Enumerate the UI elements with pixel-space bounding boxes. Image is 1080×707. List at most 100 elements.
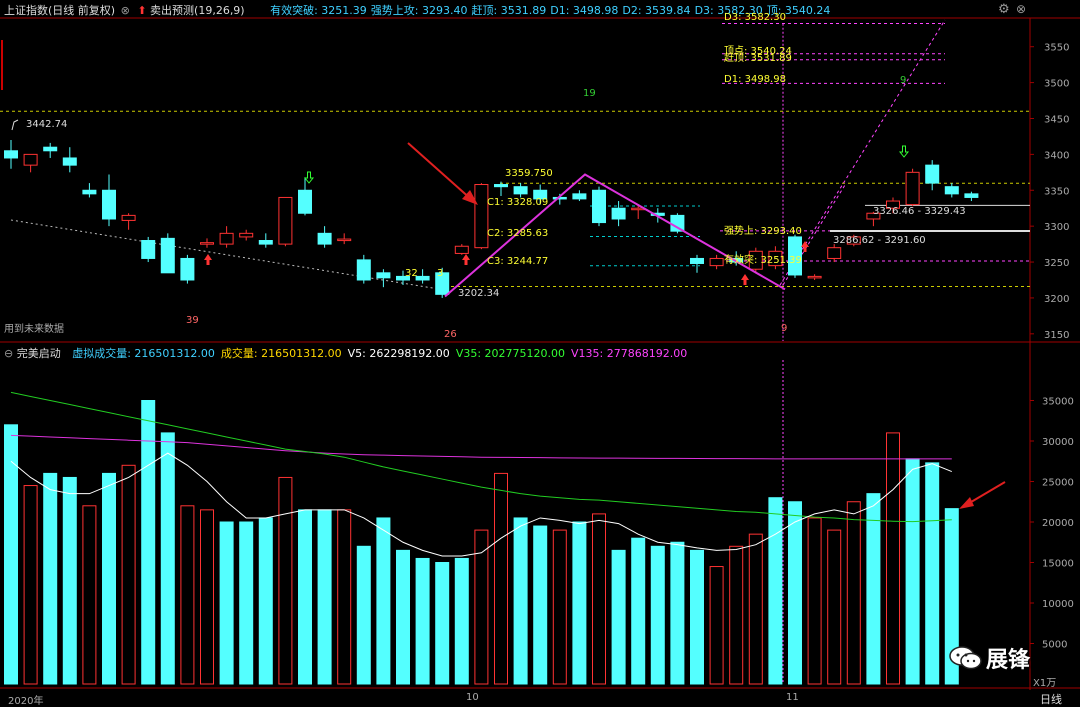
volume-bar [866,493,881,685]
buy-arrow-icon [801,241,809,252]
count-26: 26 [444,329,457,338]
volume-bar [709,566,724,685]
buy-arrow-icon [741,274,749,285]
chart-canvas[interactable]: 355035003450340033503300325032003150 350… [0,0,1080,706]
buy-arrow-icon [462,254,470,265]
high-pointer [11,119,19,131]
future-data-note: 用到未来数据 [4,324,64,335]
candle-body [905,171,920,206]
trend-line [10,219,446,291]
vol-y-tick-label: 15000 [1042,559,1074,570]
candle-body [200,242,214,245]
c3-label: C3: 3244.77 [487,256,549,267]
volume-bar [827,529,842,685]
candle-body [376,272,391,279]
y-tick-label: 3450 [1044,114,1069,125]
volume-bar [337,509,352,685]
annotation-arrowhead-vol [959,497,974,509]
y-tick-label: 3150 [1044,330,1069,341]
volume-bar [298,509,312,685]
volume-bar [121,464,136,685]
c2-label: C2: 3285.63 [487,228,549,239]
volume-bar [376,517,391,685]
volume-bar [43,472,58,685]
volume-bar [415,557,430,685]
candle-body [219,232,234,245]
volume-bar [356,545,371,685]
volume-bar [219,521,234,685]
volume-bar [435,562,450,685]
candle-body [102,189,116,220]
x-label-nov: 11 [786,692,799,703]
volume-bar [239,521,254,685]
candle-body [4,150,18,159]
volume-bar [768,497,783,685]
volume-bar [886,432,900,685]
vol-y-tick-label: 25000 [1042,478,1074,489]
yxtp-label: 有效突: 3251.39 [724,255,802,266]
c1-label: C1: 3328.09 [487,197,549,208]
candle-body [611,207,626,220]
volume-bar [690,549,704,685]
candle-body [807,275,822,279]
count-19: 19 [583,88,596,99]
volume-bar [62,476,77,685]
candle-body [709,257,724,267]
volume-bar [4,424,18,685]
candle-body [572,193,587,200]
volume-bar [807,517,822,685]
volume-bar [23,485,38,685]
candle-body [827,247,842,259]
candle-body [317,232,332,245]
volume-bar [748,533,763,685]
vol-y-tick-label: 20000 [1042,518,1074,529]
volume-bar [278,476,293,685]
volume-bar [160,432,175,685]
vol-y-tick-label: 10000 [1042,599,1074,610]
candle-body [592,189,606,224]
candle-body [964,193,979,198]
candle-body [925,164,940,184]
candle-body [278,196,293,245]
candle-body [944,186,959,195]
volume-bar [200,509,214,685]
candle-body [43,146,58,152]
count-9-bottom: 9 [781,323,788,334]
candle-body [82,189,97,195]
candle-body [670,214,685,232]
gd-label: 赶顶: 3531.89 [724,53,792,64]
y-tick-label: 3200 [1044,294,1069,305]
volume-bar [102,472,116,685]
volume-bar [788,501,802,685]
candle-body [415,275,430,281]
count-39: 39 [186,315,199,326]
y-tick-label: 3400 [1044,150,1069,161]
volume-bar [552,529,567,685]
period-button[interactable]: 日线 [1040,691,1062,707]
watermark: 展锋 [948,642,1030,674]
y-tick-label: 3500 [1044,79,1069,90]
range-label-2: 3286.62 - 3291.60 [833,235,926,246]
volume-bar [592,513,606,685]
volume-bar [494,472,508,685]
range-label-1: 3326.46 - 3329.43 [873,206,966,217]
sell-arrow-icon [303,171,315,184]
volume-bar [631,537,646,685]
y-tick-label: 3550 [1044,43,1069,54]
count-9-top: 9 [900,75,907,86]
buy-arrow-icon [204,254,212,265]
candle-body [121,214,136,221]
y-tick-label: 3250 [1044,258,1069,269]
candle-body [298,189,312,214]
vol-y-tick-label: 5000 [1042,640,1067,651]
candle-body [180,257,195,281]
volume-bar [905,458,920,685]
y-tick-label: 3350 [1044,186,1069,197]
qsss-label: 强势上: 3293.40 [724,226,802,237]
volume-bar [650,545,665,685]
volume-bar [454,557,469,685]
partial-label-1: 32 [405,268,418,279]
peak-label: 3359.750 [505,168,553,179]
vol-y-tick-label: 35000 [1042,397,1074,408]
sell-arrow-icon [898,145,910,158]
